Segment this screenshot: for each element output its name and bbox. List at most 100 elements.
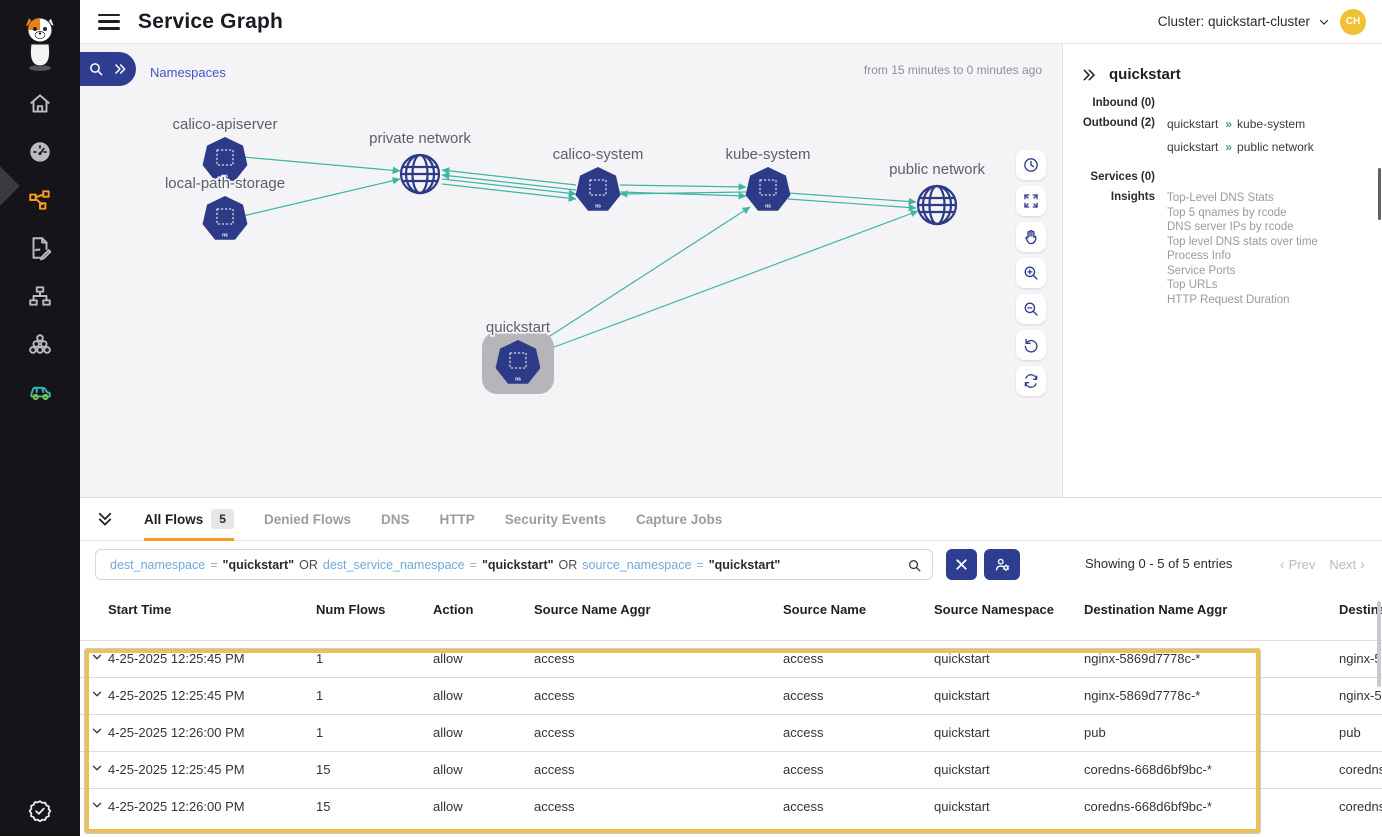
avatar[interactable]: CH <box>1340 9 1366 35</box>
table-cell: allow <box>433 714 534 751</box>
table-scrollbar[interactable] <box>1377 601 1381 687</box>
insight-item[interactable]: Top URLs <box>1167 278 1318 293</box>
tab-dns[interactable]: DNS <box>381 498 410 541</box>
insights-row: Insights Top-Level DNS StatsTop 5 qnames… <box>1063 191 1382 307</box>
table-cell: allow <box>433 677 534 714</box>
cluster-selector[interactable]: Cluster: quickstart-cluster <box>1158 14 1330 29</box>
graph-node-calico-apiserver[interactable]: nscalico-apiserver <box>172 116 277 181</box>
table-cell: quickstart <box>934 640 1084 677</box>
zoom-out-button[interactable] <box>1016 294 1046 324</box>
tab-all-flows[interactable]: All Flows5 <box>144 498 234 541</box>
graph-node-calico-system[interactable]: nscalico-system <box>553 146 644 211</box>
chevron-down-icon <box>90 650 104 664</box>
column-header-destination-name-aggr[interactable]: Destination Name Aggr <box>1084 588 1339 640</box>
table-row[interactable]: 4-25-2025 12:26:00 PM15allowaccessaccess… <box>80 788 1382 825</box>
collapse-panel-button[interactable] <box>96 510 114 528</box>
table-cell: quickstart <box>934 714 1084 751</box>
next-button[interactable]: Next› <box>1329 556 1364 572</box>
service-graph-canvas[interactable]: nscalico-apiserver nslocal-path-storage … <box>80 44 1062 497</box>
hand-icon <box>1022 228 1040 246</box>
badge-check-icon <box>27 798 53 824</box>
filter-token-kw: OR <box>559 558 578 572</box>
insight-item[interactable]: Service Ports <box>1167 264 1318 279</box>
undo-button[interactable] <box>1016 330 1046 360</box>
column-header-source-name[interactable]: Source Name <box>783 588 934 640</box>
graph-node-private-network[interactable]: private network <box>369 130 471 193</box>
column-header-action[interactable]: Action <box>433 588 534 640</box>
zoom-out-icon <box>1022 300 1040 318</box>
table-row[interactable]: 4-25-2025 12:25:45 PM1allowaccessaccessq… <box>80 677 1382 714</box>
chevron-down-icon <box>90 761 104 775</box>
table-cell: coredns-668d6bf9bc-* <box>1339 751 1382 788</box>
table-cell: coredns-668d6bf9bc-* <box>1084 751 1339 788</box>
refresh-button[interactable] <box>1016 366 1046 396</box>
customize-columns-button[interactable] <box>984 549 1020 580</box>
panel-scrollbar[interactable] <box>1378 168 1381 220</box>
graph-search-pill[interactable] <box>80 52 136 86</box>
sidebar-item-components[interactable] <box>0 324 80 364</box>
filter-query-input[interactable]: dest_namespace="quickstart"ORdest_servic… <box>95 549 933 580</box>
tab-security-events[interactable]: Security Events <box>505 498 606 541</box>
row-expander[interactable] <box>80 751 108 788</box>
insight-item[interactable]: DNS server IPs by rcode <box>1167 220 1318 235</box>
sidebar-item-network[interactable] <box>0 276 80 316</box>
sidebar-item-dashboard[interactable] <box>0 132 80 172</box>
tab-count-badge: 5 <box>211 509 234 529</box>
fit-screen-button[interactable] <box>1016 186 1046 216</box>
graph-node-quickstart[interactable]: nsquickstart <box>482 319 554 394</box>
row-expander[interactable] <box>80 677 108 714</box>
flows-table-wrap: Start TimeNum FlowsActionSource Name Agg… <box>80 588 1382 837</box>
graph-node-kube-system[interactable]: nskube-system <box>725 146 810 211</box>
table-cell: access <box>534 788 783 825</box>
sidebar-item-policies[interactable] <box>0 228 80 268</box>
table-row[interactable]: 4-25-2025 12:25:45 PM15allowaccessaccess… <box>80 751 1382 788</box>
column-header-source-name-aggr[interactable]: Source Name Aggr <box>534 588 783 640</box>
sidebar-item-compliance[interactable] <box>0 791 80 831</box>
insight-item[interactable]: Process Info <box>1167 249 1318 264</box>
pan-button[interactable] <box>1016 222 1046 252</box>
column-header-start-time[interactable]: Start Time <box>108 588 316 640</box>
table-row[interactable]: 4-25-2025 12:26:00 PM1allowaccessaccessq… <box>80 714 1382 751</box>
row-expander[interactable] <box>80 714 108 751</box>
graph-node-public-network[interactable]: public network <box>889 161 985 224</box>
insight-item[interactable]: Top-Level DNS Stats <box>1167 191 1318 206</box>
insight-item[interactable]: Top level DNS stats over time <box>1167 235 1318 250</box>
table-row[interactable]: 4-25-2025 12:25:45 PM1allowaccessaccessq… <box>80 640 1382 677</box>
outbound-edge-item[interactable]: quickstart»public network <box>1167 140 1314 154</box>
services-row: Services (0) <box>1063 171 1382 183</box>
table-cell: 1 <box>316 640 433 677</box>
insight-item[interactable]: HTTP Request Duration <box>1167 293 1318 308</box>
policy-document-icon <box>27 235 53 261</box>
time-button[interactable] <box>1016 150 1046 180</box>
tab-capture-jobs[interactable]: Capture Jobs <box>636 498 722 541</box>
sidebar-item-home[interactable] <box>0 84 80 124</box>
table-cell: access <box>534 640 783 677</box>
chevron-down-icon <box>90 687 104 701</box>
outbound-from: quickstart <box>1167 117 1218 131</box>
hamburger-menu-icon[interactable] <box>98 14 120 30</box>
chevron-down-icon <box>90 798 104 812</box>
column-header-num-flows[interactable]: Num Flows <box>316 588 433 640</box>
table-cell: 4-25-2025 12:25:45 PM <box>108 640 316 677</box>
prev-button[interactable]: ‹Prev <box>1280 556 1315 572</box>
filter-token-value: "quickstart" <box>709 558 781 572</box>
tab-http[interactable]: HTTP <box>439 498 474 541</box>
search-icon[interactable] <box>907 558 922 573</box>
row-expander[interactable] <box>80 640 108 677</box>
tab-denied-flows[interactable]: Denied Flows <box>264 498 351 541</box>
zoom-in-button[interactable] <box>1016 258 1046 288</box>
table-cell: nginx-5869d7778c-* <box>1084 677 1339 714</box>
app-logo-cat-icon[interactable] <box>20 14 60 72</box>
breadcrumb-namespaces[interactable]: Namespaces <box>150 65 226 80</box>
outbound-edge-item[interactable]: quickstart»kube-system <box>1167 117 1314 131</box>
filter-token-kw: OR <box>299 558 318 572</box>
insight-item[interactable]: Top 5 qnames by rcode <box>1167 206 1318 221</box>
graph-node-local-path-storage[interactable]: nslocal-path-storage <box>165 175 285 240</box>
clear-filter-button[interactable] <box>946 549 977 580</box>
sidebar-item-activity[interactable] <box>0 371 80 411</box>
double-chevron-right-icon[interactable] <box>1081 67 1097 83</box>
row-expander[interactable] <box>80 788 108 825</box>
column-header-source-namespace[interactable]: Source Namespace <box>934 588 1084 640</box>
column-header-destination-name[interactable]: Destination Name <box>1339 588 1382 640</box>
sidebar-item-service-graph[interactable] <box>0 180 80 220</box>
